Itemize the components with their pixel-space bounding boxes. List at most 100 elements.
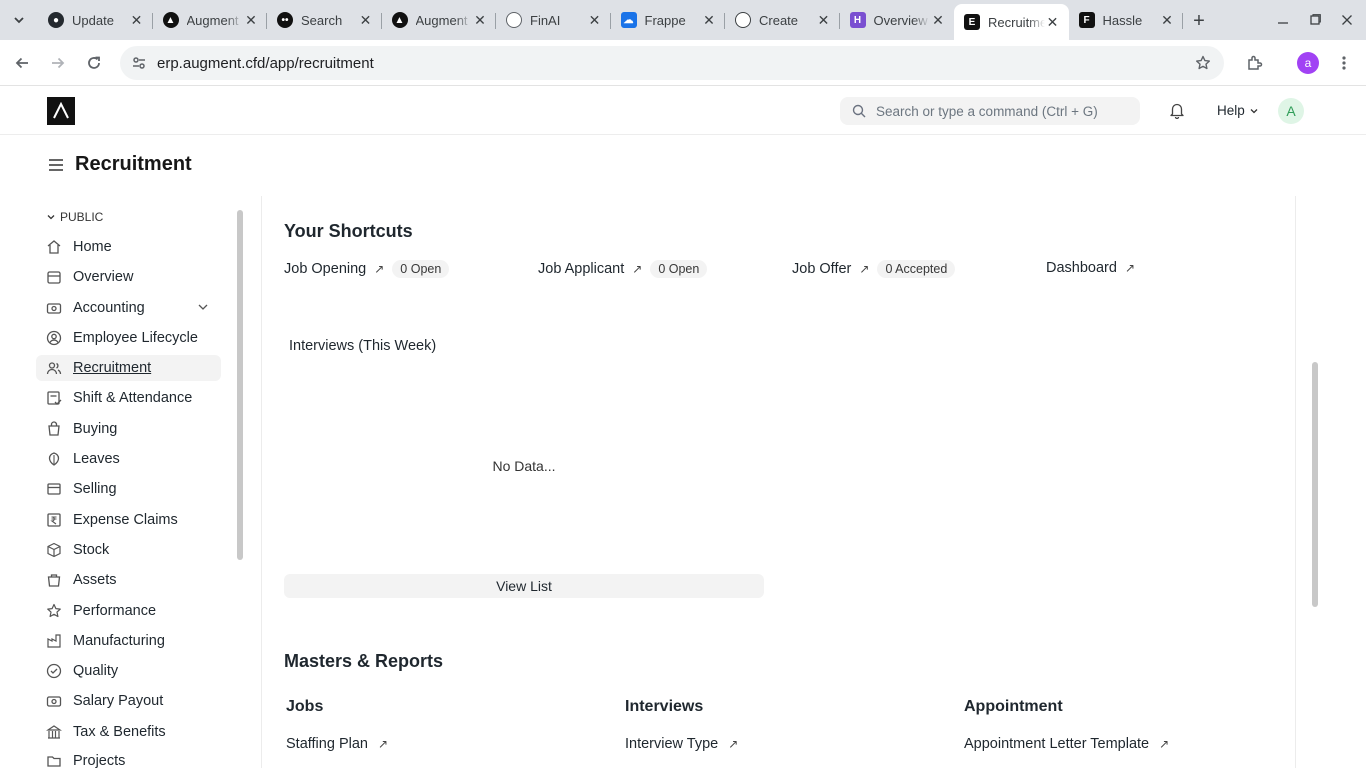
close-tab-icon[interactable]: ✕ — [587, 12, 603, 28]
sidebar-item-stock[interactable]: Stock — [36, 537, 221, 563]
back-icon[interactable] — [7, 48, 37, 78]
sidebar-item-expense-claims[interactable]: Expense Claims — [36, 507, 221, 533]
link-interview-type[interactable]: Interview Type ↗ — [625, 736, 738, 752]
sidebar-item-label: Home — [73, 239, 112, 255]
bookmark-star-icon[interactable] — [1190, 50, 1216, 76]
sidebar-item-manufacturing[interactable]: Manufacturing — [36, 628, 221, 654]
view-list-button[interactable]: View List — [284, 574, 764, 598]
shortcut-dashboard[interactable]: Dashboard ↗ — [1046, 257, 1135, 279]
erpnext-icon: E — [964, 14, 980, 30]
chevron-down-icon[interactable] — [197, 301, 209, 317]
tab-search-icon[interactable] — [6, 7, 32, 33]
sidebar-item-employee-lifecycle[interactable]: Employee Lifecycle — [36, 325, 221, 351]
assets-icon — [45, 571, 63, 589]
shortcut-job-opening[interactable]: Job Opening ↗ 0 Open — [284, 258, 450, 280]
sidebar-item-home[interactable]: Home — [36, 234, 221, 260]
sidebar-item-tax-benefits[interactable]: Tax & Benefits — [36, 719, 221, 745]
browser-tab[interactable]: ● Update ✕ — [38, 4, 153, 36]
overview-icon — [45, 268, 63, 286]
browser-tab[interactable]: F Hassle ✕ — [1069, 4, 1183, 36]
sidebar-item-label: Shift & Attendance — [73, 390, 193, 406]
minimize-icon[interactable] — [1267, 0, 1299, 40]
sidebar-item-assets[interactable]: Assets — [36, 567, 221, 593]
browser-tab[interactable]: H Overview ✕ — [840, 4, 955, 36]
github-icon: ● — [48, 12, 64, 28]
chevron-down-icon — [47, 215, 55, 220]
close-tab-icon[interactable]: ✕ — [1159, 12, 1175, 28]
sidebar-item-label: Selling — [73, 481, 117, 497]
tab-title: Update — [72, 12, 114, 28]
link-appointment-letter-template[interactable]: Appointment Letter Template ↗ — [964, 736, 1169, 752]
close-tab-icon[interactable]: ✕ — [243, 12, 259, 28]
browser-toolbar: erp.augment.cfd/app/recruitment — [0, 40, 1366, 86]
main-scrollbar[interactable] — [1312, 362, 1318, 607]
browser-tab[interactable]: ▲ Augment ✕ — [153, 4, 267, 36]
sidebar-item-overview[interactable]: Overview — [36, 264, 221, 290]
sidebar-item-label: Projects — [73, 753, 126, 768]
forward-icon[interactable] — [43, 48, 73, 78]
sidebar-scrollbar[interactable] — [237, 210, 243, 560]
browser-tab[interactable]: •• Search ✕ — [267, 4, 382, 36]
leaves-icon — [45, 450, 63, 468]
selling-icon — [45, 480, 63, 498]
tab-title: Create — [759, 12, 799, 28]
close-tab-icon[interactable]: ✕ — [930, 12, 946, 28]
arrow-up-right-icon: ↗ — [1124, 261, 1135, 275]
close-tab-icon[interactable]: ✕ — [358, 12, 374, 28]
sidebar-item-recruitment[interactable]: Recruitment — [36, 355, 221, 381]
awesomebar-search-input[interactable]: Search or type a command (Ctrl + G) — [840, 97, 1140, 125]
sidebar-item-label: Stock — [73, 542, 110, 558]
tab-title: Recruitment — [988, 14, 1045, 30]
browser-tab[interactable]: ▲ Augment ✕ — [382, 4, 496, 36]
sidebar-item-shift-attendance[interactable]: Shift & Attendance — [36, 385, 221, 411]
address-bar[interactable]: erp.augment.cfd/app/recruitment — [120, 46, 1224, 80]
reload-icon[interactable] — [79, 48, 109, 78]
url-text: erp.augment.cfd/app/recruitment — [157, 54, 374, 72]
sidebar-item-salary-payout[interactable]: Salary Payout — [36, 688, 221, 714]
close-tab-icon[interactable]: ✕ — [129, 12, 145, 28]
site-settings-icon[interactable] — [126, 50, 152, 76]
link-staffing-plan[interactable]: Staffing Plan ↗ — [286, 736, 388, 752]
help-label: Help — [1217, 103, 1245, 118]
augment-icon: ▲ — [162, 12, 179, 28]
link-label: Interview Type — [625, 736, 719, 752]
chart-title: Interviews (This Week) — [289, 338, 437, 354]
sidebar-item-projects[interactable]: Projects — [36, 748, 221, 768]
close-tab-icon[interactable]: ✕ — [1045, 14, 1061, 30]
app-logo[interactable] — [47, 97, 75, 125]
browser-menu-icon[interactable] — [1329, 48, 1359, 78]
sidebar-item-label: Recruitment — [73, 360, 152, 376]
sidebar-item-selling[interactable]: Selling — [36, 476, 221, 502]
close-tab-icon[interactable]: ✕ — [816, 12, 832, 28]
maximize-icon[interactable] — [1299, 0, 1331, 40]
extensions-icon[interactable] — [1240, 48, 1270, 78]
card-title-appointment: Appointment — [964, 698, 1063, 715]
sidebar-item-quality[interactable]: Quality — [36, 658, 221, 684]
user-avatar[interactable]: A — [1278, 98, 1304, 124]
browser-tab[interactable]: FinAI ✕ — [496, 4, 611, 36]
shortcut-job-applicant[interactable]: Job Applicant ↗ 0 Open — [538, 258, 708, 280]
close-tab-icon[interactable]: ✕ — [701, 12, 717, 28]
accounting-icon — [45, 299, 63, 317]
browser-tab[interactable]: ☁ Frappe ✕ — [611, 4, 725, 36]
new-tab-button[interactable]: + — [1186, 8, 1212, 34]
tab-title: FinAI — [530, 12, 561, 28]
tax-icon — [45, 723, 63, 741]
close-tab-icon[interactable]: ✕ — [472, 12, 488, 28]
link-label: Appointment Letter Template — [964, 736, 1150, 752]
browser-tab[interactable]: Create ✕ — [725, 4, 840, 36]
shortcut-job-offer[interactable]: Job Offer ↗ 0 Accepted — [792, 258, 956, 280]
sidebar-section-public[interactable]: PUBLIC — [46, 210, 103, 224]
sidebar-item-performance[interactable]: Performance — [36, 598, 221, 624]
sidebar-item-accounting[interactable]: Accounting — [36, 295, 221, 321]
sidebar-item-label: Quality — [73, 663, 119, 679]
sidebar-item-buying[interactable]: Buying — [36, 416, 221, 442]
help-dropdown[interactable]: Help — [1217, 103, 1259, 118]
sidebar-item-label: Overview — [73, 269, 134, 285]
profile-avatar[interactable]: a — [1297, 52, 1319, 74]
close-window-icon[interactable] — [1331, 0, 1363, 40]
browser-tab-active[interactable]: E Recruitment✕ — [954, 4, 1069, 40]
sidebar-toggle-icon[interactable] — [47, 156, 65, 174]
notifications-bell-icon[interactable] — [1168, 101, 1188, 121]
sidebar-item-leaves[interactable]: Leaves — [36, 446, 221, 472]
